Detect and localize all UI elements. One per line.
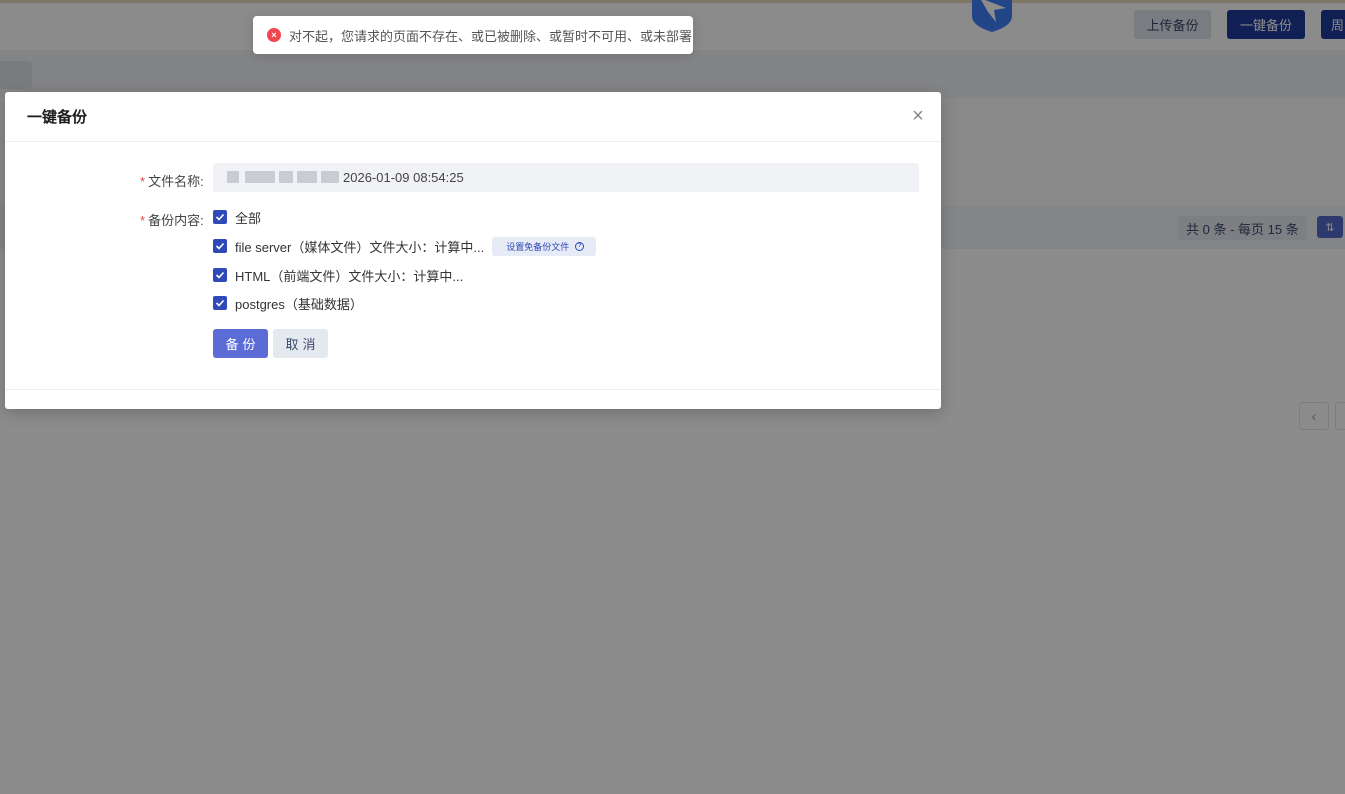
- file-name-value: 2026-01-09 08:54:25: [343, 170, 464, 185]
- file-name-label-text: 文件名称:: [148, 174, 204, 189]
- set-exempt-files-button[interactable]: 设置免备份文件 ?: [492, 236, 597, 256]
- backup-content-label: * 备份内容:: [140, 210, 204, 229]
- exempt-button-label: 设置免备份文件: [506, 241, 570, 252]
- error-icon: ×: [267, 28, 281, 42]
- toast-message: 对不起，您请求的页面不存在、或已被删除、或暂时不可用、或未部署: [289, 28, 693, 44]
- option-label: postgres（基础数据）: [235, 296, 363, 312]
- one-key-backup-dialog: 一键备份 × * 文件名称: 2026-01-09 08:54:25 * 备份内容:…: [5, 92, 941, 409]
- option-file-server[interactable]: file server（媒体文件）文件大小：计算中... 设置免备份文件 ?: [213, 236, 597, 256]
- option-label: file server（媒体文件）文件大小：计算中...: [235, 239, 485, 255]
- help-icon[interactable]: ?: [575, 241, 585, 251]
- blurred-text: [227, 171, 239, 183]
- blurred-text: [321, 171, 339, 183]
- checkbox-checked-icon[interactable]: [213, 296, 227, 310]
- checkbox-checked-icon[interactable]: [213, 239, 227, 253]
- cancel-button[interactable]: 取消: [273, 329, 328, 358]
- backup-content-label-text: 备份内容:: [148, 213, 204, 228]
- file-name-input[interactable]: 2026-01-09 08:54:25: [213, 163, 919, 192]
- dialog-divider: [5, 389, 941, 390]
- dialog-title: 一键备份: [27, 109, 88, 126]
- backup-confirm-button[interactable]: 备份: [213, 329, 268, 358]
- option-html[interactable]: HTML（前端文件）文件大小：计算中...: [213, 265, 463, 285]
- option-label: HTML（前端文件）文件大小：计算中...: [235, 268, 464, 284]
- checkbox-checked-icon[interactable]: [213, 210, 227, 224]
- blurred-text: [279, 171, 293, 183]
- file-name-label: * 文件名称:: [140, 171, 204, 190]
- option-postgres[interactable]: postgres（基础数据）: [213, 293, 363, 313]
- option-all[interactable]: 全部: [213, 207, 261, 227]
- error-toast: × 对不起，您请求的页面不存在、或已被删除、或暂时不可用、或未部署: [253, 16, 693, 54]
- blurred-text: [245, 171, 275, 183]
- required-mark: *: [140, 174, 146, 189]
- dialog-header: 一键备份: [5, 92, 941, 142]
- blurred-text: [297, 171, 317, 183]
- option-label: 全部: [235, 210, 262, 226]
- close-icon[interactable]: ×: [909, 106, 927, 126]
- required-mark: *: [140, 213, 146, 228]
- checkbox-checked-icon[interactable]: [213, 268, 227, 282]
